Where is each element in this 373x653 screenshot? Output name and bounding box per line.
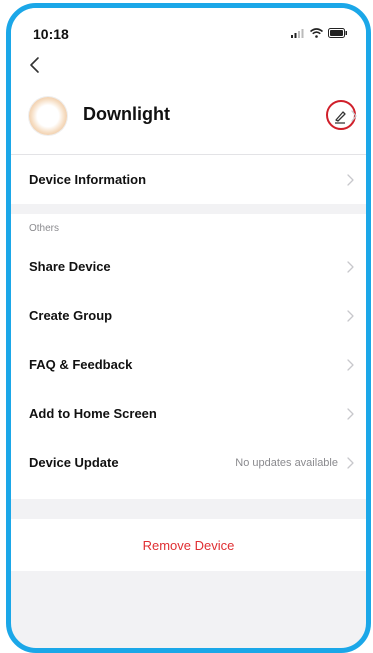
menu-item-device-information[interactable]: Device Information	[11, 155, 366, 204]
signal-icon	[291, 29, 304, 38]
menu-item-faq-feedback[interactable]: FAQ & Feedback	[11, 340, 366, 389]
chevron-right-icon	[347, 457, 354, 469]
chevron-right-icon	[347, 174, 354, 186]
list-bottom-padding	[11, 487, 366, 499]
wifi-icon	[310, 28, 323, 38]
section-divider	[11, 204, 366, 214]
chevron-right-icon	[347, 261, 354, 273]
menu-item-label: Create Group	[29, 308, 113, 323]
nav-bar	[11, 48, 366, 82]
section-label-others: Others	[11, 214, 366, 242]
menu-item-create-group[interactable]: Create Group	[11, 291, 366, 340]
chevron-right-icon	[347, 359, 354, 371]
menu-item-device-update[interactable]: Device Update No updates available	[11, 438, 366, 487]
back-chevron-icon[interactable]	[25, 54, 47, 76]
remove-device-button[interactable]: Remove Device	[11, 519, 366, 571]
device-name: Downlight	[83, 104, 170, 124]
phone-frame: 10:18 Downlight Device Information Other…	[6, 3, 371, 653]
status-time: 10:18	[33, 26, 69, 42]
menu-item-share-device[interactable]: Share Device	[11, 242, 366, 291]
device-header: Downlight	[11, 82, 366, 155]
status-bar: 10:18	[11, 8, 366, 48]
status-icons	[291, 28, 348, 38]
menu-item-label: Share Device	[29, 259, 111, 274]
edit-pencil-icon[interactable]	[324, 99, 358, 133]
section-divider	[11, 499, 366, 519]
device-avatar	[29, 97, 67, 135]
chevron-right-icon	[347, 408, 354, 420]
menu-item-label: Device Update	[29, 455, 119, 470]
menu-item-label: FAQ & Feedback	[29, 357, 133, 372]
menu-item-label: Device Information	[29, 172, 147, 187]
device-update-status: No updates available	[235, 456, 338, 469]
chevron-right-icon	[347, 310, 354, 322]
battery-icon	[328, 28, 347, 38]
menu-item-add-to-home-screen[interactable]: Add to Home Screen	[11, 389, 366, 438]
menu-item-label: Add to Home Screen	[29, 406, 157, 421]
